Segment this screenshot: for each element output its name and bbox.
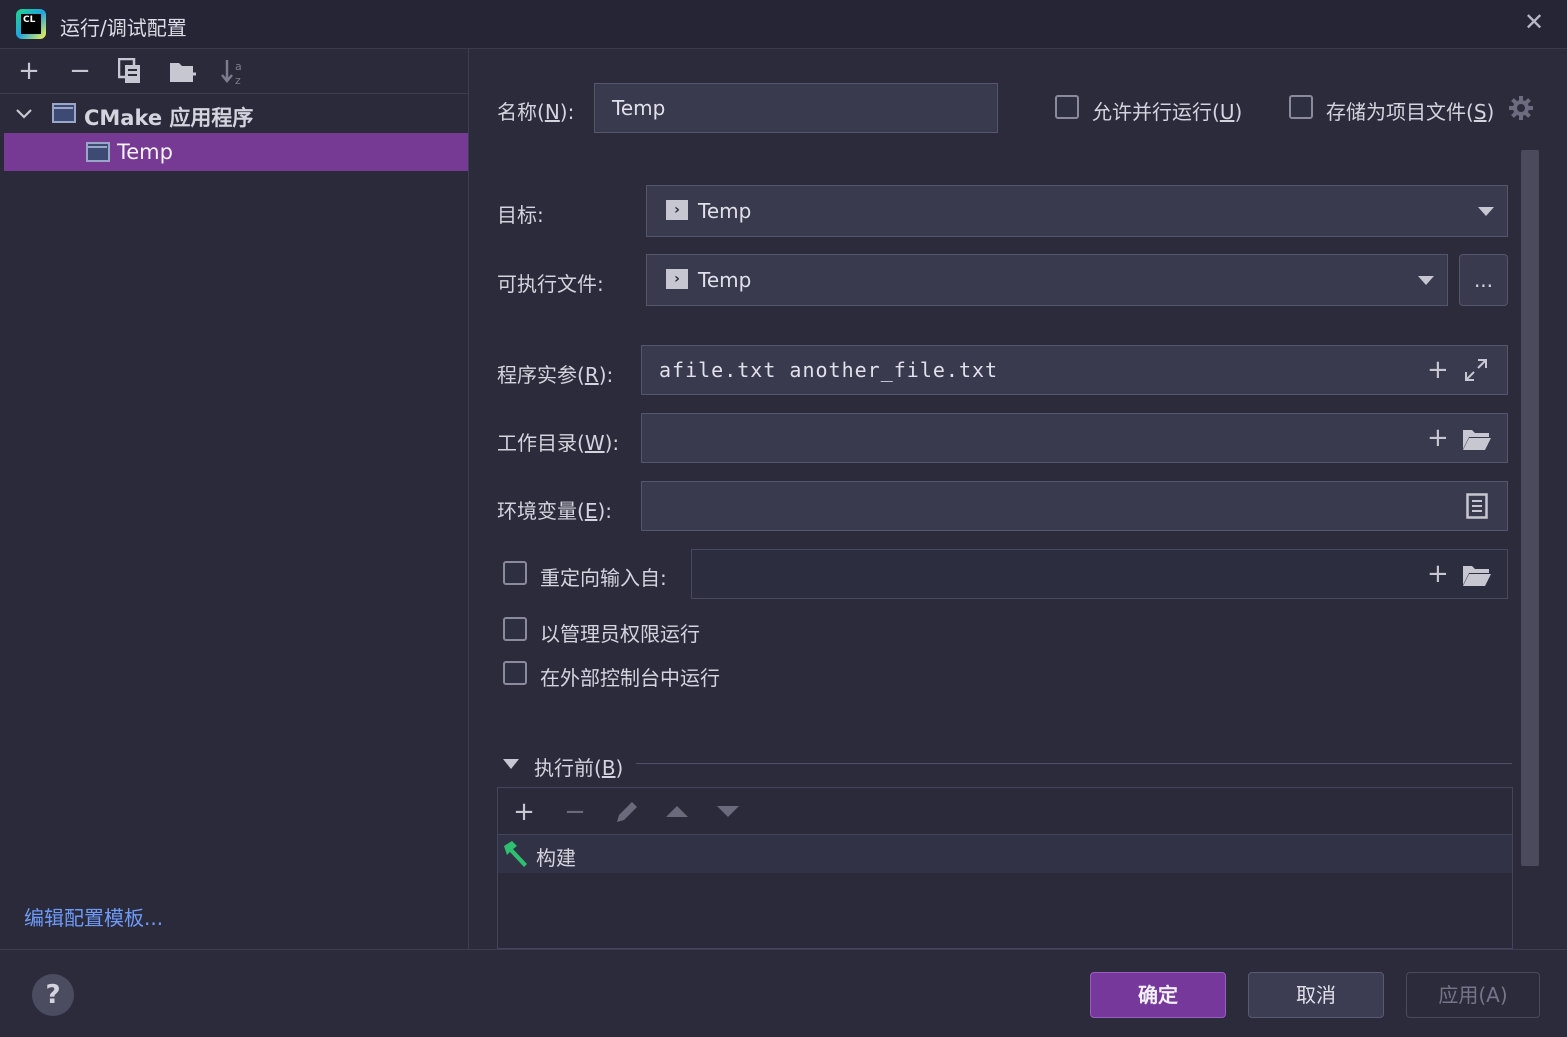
run-in-console-checkbox[interactable] [503, 661, 527, 685]
svg-text:z: z [235, 74, 241, 86]
hammer-icon [500, 840, 530, 868]
remove-icon[interactable]: − [65, 56, 95, 86]
browse-executable-button[interactable]: ... [1459, 254, 1508, 306]
chevron-down-icon[interactable] [14, 104, 34, 124]
run-as-admin-label: 以管理员权限运行 [540, 622, 700, 646]
cmake-target-icon [86, 142, 110, 162]
redirect-input-checkbox[interactable] [503, 561, 527, 585]
executable-value: Temp [698, 268, 752, 292]
document-icon[interactable] [1466, 493, 1488, 519]
executable-icon: › [666, 269, 688, 289]
list-item[interactable] [498, 835, 1512, 873]
move-down-icon[interactable] [717, 806, 739, 817]
tree-item-label: Temp [117, 140, 173, 164]
chevron-down-icon [1478, 207, 1494, 216]
before-launch-label[interactable]: 执行前(B) [534, 752, 623, 781]
move-up-icon[interactable] [666, 806, 688, 817]
program-args-field[interactable]: afile.txt another_file.txt + [641, 345, 1508, 395]
cancel-button[interactable]: 取消 [1248, 972, 1384, 1018]
footer-divider [0, 949, 1567, 950]
program-args-label: 程序实参(R): [497, 363, 614, 387]
target-dropdown[interactable]: › Temp [646, 185, 1508, 237]
add-icon[interactable]: + [14, 56, 44, 86]
run-in-console-label: 在外部控制台中运行 [540, 666, 720, 690]
redirect-input-label: 重定向输入自: [540, 566, 667, 590]
clion-app-icon: CL [16, 9, 46, 39]
remove-icon[interactable]: − [560, 797, 590, 827]
folder-icon[interactable] [1462, 563, 1492, 587]
before-launch-item-label: 构建 [536, 846, 576, 870]
apply-button[interactable]: 应用(A) [1406, 972, 1540, 1018]
program-args-value: afile.txt another_file.txt [659, 358, 999, 382]
configurations-panel [0, 49, 469, 949]
tree-group-cmake-application[interactable]: CMake 应用程序 [84, 102, 253, 132]
workdir-label: 工作目录(W): [497, 431, 620, 455]
gear-icon[interactable] [1508, 95, 1534, 121]
close-icon[interactable]: ✕ [1520, 8, 1548, 36]
env-label: 环境变量(E): [497, 499, 612, 523]
target-label: 目标: [497, 203, 544, 227]
toolbar-divider [0, 93, 468, 94]
run-as-admin-checkbox[interactable] [503, 617, 527, 641]
store-as-project-file-checkbox[interactable] [1289, 95, 1313, 119]
target-value: Temp [698, 199, 752, 223]
executable-dropdown[interactable]: › Temp [646, 254, 1448, 306]
title-bar [0, 0, 1567, 49]
folder-icon[interactable] [1462, 427, 1492, 451]
env-vars-field[interactable] [641, 481, 1508, 531]
edit-icon[interactable] [614, 799, 640, 825]
add-icon[interactable]: + [509, 797, 539, 827]
allow-parallel-label: 允许并行运行(U) [1092, 100, 1243, 124]
add-icon[interactable]: + [1427, 561, 1449, 587]
allow-parallel-checkbox[interactable] [1055, 95, 1079, 119]
name-value: Temp [612, 96, 666, 120]
executable-label: 可执行文件: [497, 272, 604, 296]
window-title: 运行/调试配置 [60, 16, 187, 40]
expand-icon[interactable] [1464, 358, 1488, 382]
sort-icon[interactable]: az [220, 58, 246, 87]
before-launch-toolbar [498, 788, 1512, 835]
new-folder-icon[interactable] [169, 60, 197, 84]
edit-templates-link[interactable]: 编辑配置模板... [24, 902, 163, 931]
copy-icon[interactable] [117, 57, 142, 84]
redirect-input-field[interactable]: + [691, 549, 1508, 599]
collapse-triangle-icon[interactable] [503, 759, 519, 769]
section-divider [636, 763, 1512, 764]
store-as-project-file-label: 存储为项目文件(S) [1326, 100, 1495, 124]
name-field[interactable]: Temp [594, 83, 998, 133]
ok-button[interactable]: 确定 [1090, 972, 1226, 1018]
cmake-app-icon [52, 103, 76, 123]
help-button[interactable]: ? [32, 974, 74, 1016]
add-icon[interactable]: + [1427, 425, 1449, 451]
tree-item-temp[interactable] [4, 133, 468, 171]
name-label: 名称(N): [497, 100, 575, 124]
scrollbar[interactable] [1521, 150, 1539, 866]
chevron-down-icon [1418, 276, 1434, 285]
svg-text:a: a [235, 60, 242, 73]
add-icon[interactable]: + [1427, 357, 1449, 383]
target-executable-icon: › [666, 200, 688, 220]
app-icon-text: CL [21, 14, 41, 34]
workdir-field[interactable]: + [641, 413, 1508, 463]
